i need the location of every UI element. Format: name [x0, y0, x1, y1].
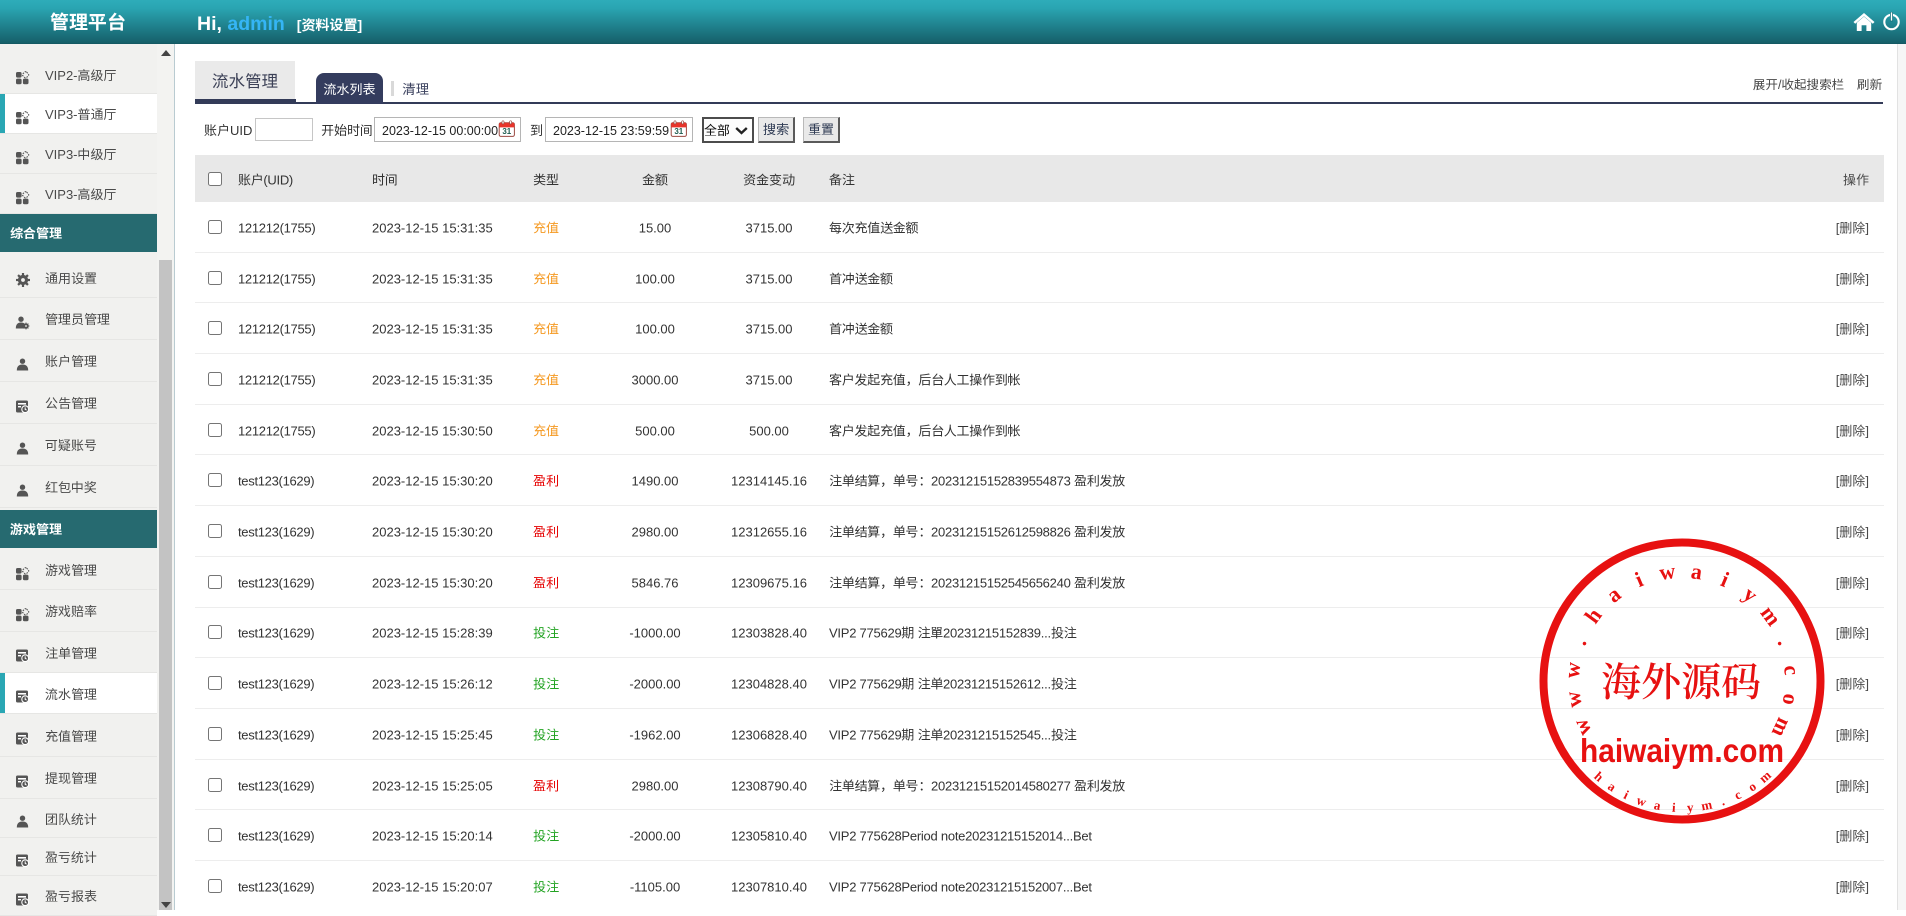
svg-text:i: i	[1671, 800, 1676, 815]
svg-text:y: y	[1686, 799, 1694, 814]
svg-text:a: a	[1601, 581, 1625, 607]
svg-text:c: c	[1779, 664, 1805, 676]
svg-text:w: w	[1559, 690, 1586, 710]
svg-text:o: o	[1778, 692, 1804, 707]
svg-text:i: i	[1717, 567, 1732, 592]
svg-text:o: o	[1745, 778, 1759, 794]
svg-text:.: .	[1773, 634, 1798, 648]
svg-text:i: i	[1631, 567, 1646, 592]
svg-text:c: c	[1732, 787, 1744, 803]
svg-text:海外源码: 海外源码	[1601, 651, 1761, 708]
svg-text:haiwaiym.com: haiwaiym.com	[1580, 732, 1784, 769]
svg-text:a: a	[1653, 797, 1663, 813]
svg-text:31: 31	[502, 127, 511, 136]
svg-text:31: 31	[674, 127, 683, 136]
svg-text:m: m	[1756, 601, 1787, 631]
svg-text:i: i	[1621, 787, 1631, 802]
svg-text:h: h	[1579, 603, 1606, 628]
svg-text:w: w	[1635, 792, 1649, 809]
svg-text:a: a	[1690, 558, 1704, 584]
svg-text:w: w	[1658, 558, 1677, 585]
svg-text:.: .	[1566, 634, 1591, 648]
svg-text:.: .	[1719, 793, 1727, 808]
svg-text:y: y	[1738, 581, 1762, 607]
svg-text:a: a	[1605, 778, 1619, 794]
svg-text:m: m	[1700, 797, 1714, 814]
svg-text:w: w	[1559, 661, 1585, 679]
